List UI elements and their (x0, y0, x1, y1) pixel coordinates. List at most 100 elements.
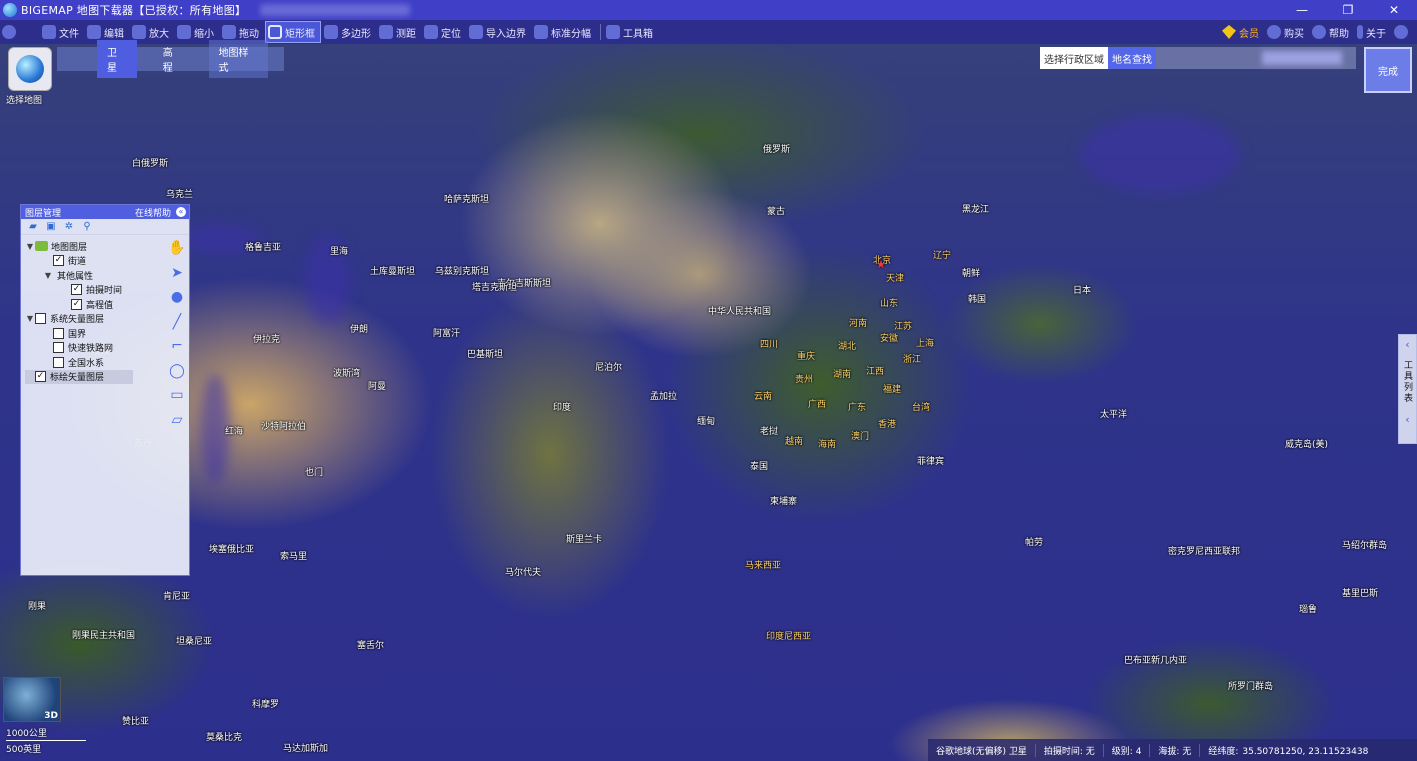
layer-label: 快速铁路网 (68, 344, 114, 355)
tool-list-tab[interactable]: ‹ 工具列表 ‹ (1398, 334, 1417, 444)
layer-checkbox[interactable] (53, 342, 64, 354)
toolbar-rectangle[interactable]: 矩形框 (265, 21, 321, 43)
vip-button[interactable]: 会员 (1220, 21, 1264, 43)
toolbar-rectangle-label: 矩形框 (285, 28, 315, 40)
close-button[interactable]: ✕ (1371, 0, 1417, 20)
status-level: 级别: 4 (1102, 743, 1150, 757)
gear-icon (1394, 25, 1408, 39)
toolbar-measure[interactable]: 测距 (377, 21, 421, 43)
tree-toggle-icon[interactable]: ▼ (43, 271, 53, 280)
marker-icon[interactable]: ● (168, 288, 186, 306)
map-label: 台湾 (912, 403, 931, 413)
map-label: 天津 (886, 274, 905, 284)
settings-button[interactable] (1392, 21, 1416, 43)
layer-checkbox[interactable]: ✓ (71, 298, 82, 310)
map-icon-button[interactable] (0, 21, 39, 43)
save-icon[interactable]: ▣ (45, 221, 57, 233)
toolbar-pan-label: 拖动 (239, 28, 259, 40)
tab-elevation[interactable]: 高程 (153, 40, 193, 78)
map-label: 韩国 (968, 295, 987, 305)
layer-checkbox[interactable]: ✓ (71, 284, 82, 296)
tree-toggle-icon[interactable]: ▼ (25, 314, 35, 323)
pointer-icon[interactable]: ➤ (168, 264, 186, 282)
map-label: 河南 (849, 319, 868, 329)
status-bar: 谷歌地球(无偏移) 卫星 拍摄时间: 无 级别: 4 海拔: 无 经纬度: 35.… (928, 739, 1417, 761)
hand-icon[interactable]: ✋ (168, 239, 186, 257)
circle-icon[interactable]: ◯ (168, 362, 186, 380)
scale-mi: 500英里 (6, 745, 42, 755)
layer-panel-header: 图层管理 在线帮助 « (21, 205, 189, 219)
layer-checkbox[interactable]: ✓ (35, 371, 46, 383)
layer-checkbox[interactable] (35, 313, 46, 325)
map-label: 湖南 (833, 370, 852, 380)
toolbar-toolbox[interactable]: 工具箱 (604, 21, 658, 43)
map-label: 江苏 (894, 322, 913, 332)
layer-checkbox[interactable] (53, 327, 64, 339)
layer-tree-item[interactable]: 快速铁路网 (25, 341, 165, 356)
panel-collapse-icon[interactable]: « (176, 207, 186, 217)
toolbar-sheet-label: 标准分幅 (551, 28, 591, 40)
map-label: 尼泊尔 (595, 363, 623, 373)
layer-tree-item[interactable]: ▼ 其他属性 (25, 268, 165, 283)
map-label: 上海 (916, 339, 935, 349)
map-label: 也门 (305, 468, 324, 478)
minimap-globe[interactable]: 3D (3, 677, 61, 722)
satellite-map[interactable]: 俄罗斯 蒙古 中华人民共和国 哈萨克斯坦 吉尔吉斯斯坦 塔吉克斯坦 土库曼斯坦 乌兹别克斯坦阿… (0, 44, 1417, 761)
zoom-in-icon (132, 25, 146, 39)
layer-tree-item[interactable]: ✓ 拍摄时间 (25, 283, 165, 298)
map-label: 赞比亚 (122, 717, 150, 727)
toolbar-locate[interactable]: 定位 (422, 21, 466, 43)
toolbar-right-group: 会员 购买 帮助 关于 (1220, 20, 1417, 44)
layer-checkbox[interactable]: ✓ (53, 255, 64, 267)
map-label: 波斯湾 (333, 369, 361, 379)
toolbar-polygon[interactable]: 多边形 (322, 21, 376, 43)
window-title: BIGEMAP 地图下载器【已授权：所有地图】 (21, 4, 247, 17)
layer-label: 拍摄时间 (86, 286, 123, 297)
tab-map-style[interactable]: 地图样式 (208, 40, 268, 78)
map-label: 菲律宾 (917, 457, 945, 467)
map-label: 瑙鲁 (1299, 605, 1318, 615)
layer-tree-item[interactable]: ✓ 标绘矢量图层 (25, 369, 133, 384)
map-label: 科摩罗 (252, 700, 280, 710)
map-label: 所罗门群岛 (1228, 682, 1274, 692)
layer-checkbox[interactable] (53, 356, 64, 368)
map-label: 云南 (754, 392, 773, 402)
map-label: 朝鲜 (962, 269, 981, 279)
rectangle-icon[interactable]: ▭ (168, 386, 186, 404)
minimize-button[interactable]: — (1279, 0, 1325, 20)
toolbar-import-boundary[interactable]: 导入边界 (467, 21, 531, 43)
open-folder-icon[interactable]: ▰ (27, 221, 39, 233)
layer-tree-item[interactable]: ✓ 高程值 (25, 297, 165, 312)
layer-settings-icon[interactable]: ✲ (63, 221, 75, 233)
about-button[interactable]: 关于 (1355, 21, 1391, 43)
map-source-selector[interactable]: 选择地图 (6, 47, 54, 107)
online-help-link[interactable]: 在线帮助 (135, 206, 171, 219)
layer-tree-item[interactable]: 国界 (25, 326, 165, 341)
admin-region-button[interactable]: 选择行政区域 (1040, 47, 1108, 69)
map-label: 肯尼亚 (163, 592, 191, 602)
maximize-button[interactable]: ❐ (1325, 0, 1371, 20)
layer-tree-item[interactable]: ▼ 系统矢量图层 (25, 312, 165, 327)
done-button[interactable]: 完成 (1364, 47, 1412, 93)
tab-satellite[interactable]: 卫星 (97, 40, 137, 78)
toolbar-zoom-in-label: 放大 (149, 28, 169, 40)
toolbar-file[interactable]: 文件 (40, 21, 84, 43)
buy-button[interactable]: 购买 (1265, 21, 1309, 43)
layer-tree-item[interactable]: 全国水系 (25, 355, 165, 370)
layer-label: 地图图层 (51, 242, 88, 253)
map-label: 索马里 (280, 552, 308, 562)
map-label: 湖北 (838, 342, 857, 352)
map-label: 俄罗斯 (763, 145, 791, 155)
layer-tree-item[interactable]: ✓ 街道 (25, 254, 165, 269)
map-label: 伊拉克 (253, 335, 281, 345)
tree-toggle-icon[interactable]: ▼ (25, 242, 35, 251)
toolbar-standard-sheet[interactable]: 标准分幅 (532, 21, 596, 43)
map-label: 白俄罗斯 (132, 159, 169, 169)
place-search-button[interactable]: 地名查找 (1108, 47, 1156, 69)
layer-tree-item[interactable]: ▼ 地图图层 (25, 239, 165, 254)
search-icon[interactable]: ⚲ (81, 221, 93, 233)
line-icon[interactable]: ╱ (168, 313, 186, 331)
polyline-icon[interactable]: ⌐ (168, 337, 186, 355)
help-button[interactable]: 帮助 (1310, 21, 1354, 43)
ruler-icon[interactable]: ▱ (168, 411, 186, 429)
